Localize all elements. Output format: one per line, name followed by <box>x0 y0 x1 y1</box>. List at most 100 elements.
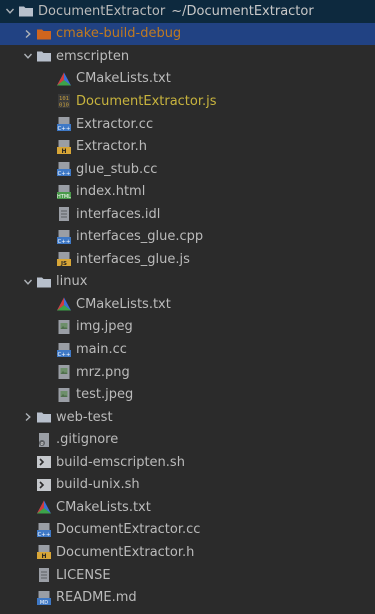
cmake-triangle-icon <box>56 71 72 87</box>
folder-row[interactable]: web-test <box>0 406 375 429</box>
tree-item-label: build-emscripten.sh <box>56 454 185 470</box>
text-file-icon <box>36 567 52 583</box>
tree-item-label: DocumentExtractor.h <box>56 544 195 560</box>
file-row[interactable]: C++ Extractor.cc <box>0 113 375 136</box>
cmake-triangle-icon <box>56 296 72 312</box>
header-file-icon: H <box>56 139 72 155</box>
file-row[interactable]: interfaces.idl <box>0 203 375 226</box>
tree-item-label: DocumentExtractor.cc <box>56 522 201 538</box>
tree-item-label: mrz.png <box>76 364 130 380</box>
file-row[interactable]: H Extractor.h <box>0 135 375 158</box>
cmake-triangle-icon <box>36 499 52 515</box>
gitignore-file-icon: ø <box>36 432 52 448</box>
file-row[interactable]: ø .gitignore <box>0 428 375 451</box>
svg-text:JS: JS <box>60 261 67 267</box>
tree-item-label: linux <box>56 274 88 290</box>
markdown-file-icon: MD <box>36 590 52 606</box>
project-name: DocumentExtractor <box>38 3 166 19</box>
file-row[interactable]: LICENSE <box>0 564 375 587</box>
file-row[interactable]: C++ glue_stub.cc <box>0 158 375 181</box>
svg-text:C++: C++ <box>57 171 70 177</box>
cpp-source-icon: C++ <box>56 161 72 177</box>
binary-file-icon: 101 010 <box>56 93 72 109</box>
file-row[interactable]: build-unix.sh <box>0 474 375 497</box>
tree-item-label: Extractor.cc <box>76 116 154 132</box>
tree-item-label: test.jpeg <box>76 387 134 403</box>
folder-icon <box>36 274 52 290</box>
svg-text:H: H <box>61 148 66 155</box>
file-row[interactable]: 101 010 DocumentExtractor.js <box>0 90 375 113</box>
chevron-down-icon[interactable] <box>2 3 18 19</box>
tree-item-label: web-test <box>56 409 113 425</box>
svg-text:C++: C++ <box>57 126 70 132</box>
tree-item-label: interfaces.idl <box>76 206 161 222</box>
tree-item-label: CMakeLists.txt <box>56 499 151 515</box>
file-row[interactable]: H DocumentExtractor.h <box>0 541 375 564</box>
shell-script-icon <box>36 454 52 470</box>
tree-item-label: main.cc <box>76 342 127 357</box>
folder-row[interactable]: cmake-build-debug <box>0 22 375 46</box>
file-row[interactable]: CMakeLists.txt <box>0 496 375 519</box>
file-row[interactable]: img.jpeg <box>0 316 375 339</box>
folder-icon <box>36 409 52 425</box>
folder-row[interactable]: emscripten <box>0 45 375 68</box>
tree-item-label: emscripten <box>56 48 130 64</box>
tree-item-label: interfaces_glue.cpp <box>76 229 204 245</box>
svg-text:C++: C++ <box>57 352 70 358</box>
tree-item-label: cmake-build-debug <box>56 26 182 42</box>
chevron-down-icon[interactable] <box>20 48 36 64</box>
tree-item-label: CMakeLists.txt <box>76 296 171 312</box>
svg-text:MD: MD <box>40 600 48 606</box>
tree-item-label: Extractor.h <box>76 139 148 155</box>
tree-item-label: DocumentExtractor.js <box>76 93 217 109</box>
file-row[interactable]: HTML index.html <box>0 180 375 203</box>
tree-item-label: interfaces_glue.js <box>76 251 190 267</box>
chevron-right-icon[interactable] <box>20 409 36 425</box>
project-tree: DocumentExtractor ~/DocumentExtractor cm… <box>0 0 375 614</box>
folder-icon <box>18 3 34 19</box>
excluded-folder-icon <box>36 26 52 42</box>
shell-script-icon <box>36 477 52 493</box>
file-row[interactable]: C++ DocumentExtractor.cc <box>0 519 375 542</box>
javascript-file-icon: JS <box>56 251 72 267</box>
file-row[interactable]: test.jpeg <box>0 383 375 406</box>
svg-text:HTML: HTML <box>57 194 71 200</box>
svg-text:101: 101 <box>59 96 69 102</box>
html-file-icon: HTML <box>56 184 72 200</box>
text-file-icon <box>56 206 72 222</box>
file-row[interactable]: JS interfaces_glue.js <box>0 248 375 271</box>
svg-text:010: 010 <box>59 103 69 109</box>
file-row[interactable]: CMakeLists.txt <box>0 293 375 316</box>
image-file-icon <box>56 364 72 380</box>
file-row[interactable]: mrz.png <box>0 361 375 384</box>
cpp-source-icon: C++ <box>36 522 52 538</box>
folder-row[interactable]: linux <box>0 271 375 294</box>
tree-root-project[interactable]: DocumentExtractor ~/DocumentExtractor <box>0 0 375 23</box>
cpp-source-icon: C++ <box>56 116 72 132</box>
tree-item-label: LICENSE <box>56 567 111 583</box>
image-file-icon <box>56 319 72 335</box>
tree-item-label: .gitignore <box>56 432 119 448</box>
file-row[interactable]: C++ main.cc <box>0 338 375 361</box>
file-row[interactable]: CMakeLists.txt <box>0 68 375 91</box>
chevron-down-icon[interactable] <box>20 274 36 290</box>
tree-item-label: index.html <box>76 184 146 200</box>
folder-icon <box>36 48 52 64</box>
cpp-source-icon: C++ <box>56 342 72 358</box>
svg-text:C++: C++ <box>37 532 50 538</box>
tree-item-label: img.jpeg <box>76 319 133 335</box>
file-row[interactable]: C++ interfaces_glue.cpp <box>0 226 375 249</box>
image-file-icon <box>56 387 72 403</box>
svg-text:H: H <box>41 553 46 560</box>
cpp-source-icon: C++ <box>56 229 72 245</box>
svg-text:ø: ø <box>40 441 43 447</box>
tree-item-label: build-unix.sh <box>56 477 140 493</box>
tree-item-label: CMakeLists.txt <box>76 71 171 87</box>
header-file-icon: H <box>36 544 52 560</box>
chevron-right-icon[interactable] <box>20 26 36 42</box>
file-row[interactable]: MD README.md <box>0 586 375 609</box>
tree-item-label: glue_stub.cc <box>76 161 158 177</box>
svg-text:C++: C++ <box>57 239 70 245</box>
tree-item-label: README.md <box>56 590 137 606</box>
file-row[interactable]: build-emscripten.sh <box>0 451 375 474</box>
